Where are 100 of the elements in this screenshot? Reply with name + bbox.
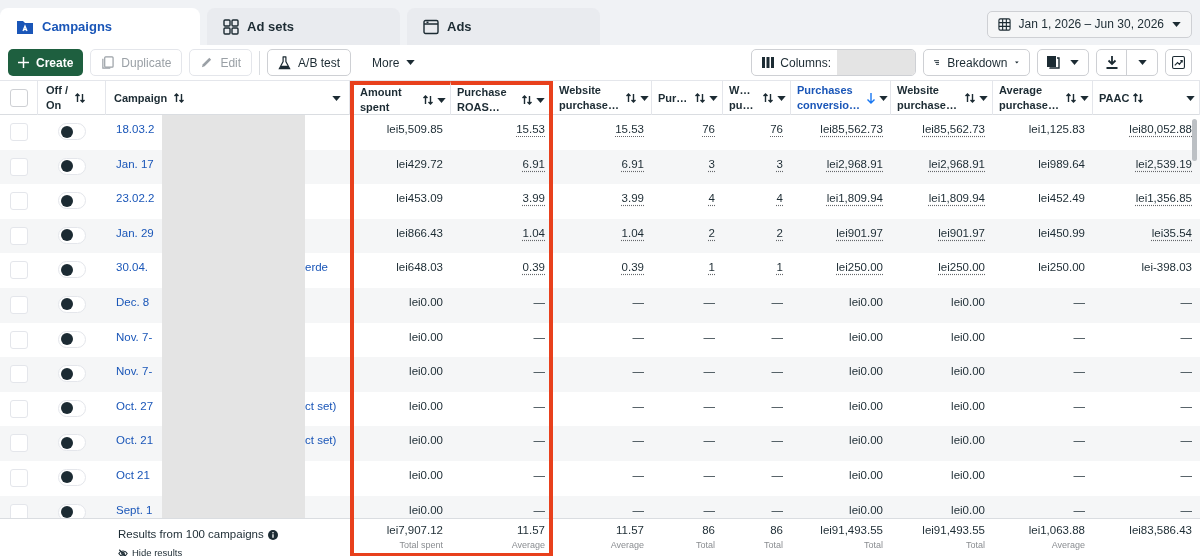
campaign-link[interactable]: Dec. 8 — [116, 295, 150, 308]
table-cell-text: 3 — [708, 156, 715, 172]
row-checkbox[interactable] — [10, 399, 28, 418]
row-checkbox[interactable] — [10, 468, 28, 487]
sort-icon — [422, 94, 434, 106]
row-checkbox[interactable] — [10, 226, 28, 245]
reports-button[interactable] — [1037, 49, 1089, 76]
table-cell-text: 1 — [776, 260, 783, 276]
table-cell-text: — — [1180, 294, 1192, 310]
toggle-switch[interactable] — [58, 295, 86, 313]
campaign-link[interactable]: Sept. 1 — [116, 503, 153, 516]
tab[interactable]: Ads — [407, 8, 600, 45]
campaign-link[interactable]: ct set) — [305, 397, 337, 415]
toggle-switch[interactable] — [58, 330, 86, 348]
table-cell-text: — — [632, 502, 644, 518]
table-cell-text: 4 — [776, 191, 783, 207]
table-cell-text: — — [1180, 398, 1192, 414]
total-value: 11.57 — [517, 523, 545, 538]
campaign-link[interactable]: Oct 21 — [116, 468, 150, 481]
table-cell-text: — — [1073, 467, 1085, 483]
toggle-switch[interactable] — [58, 226, 86, 244]
campaign-link[interactable]: ct set) — [305, 432, 337, 450]
table-cell-text: — — [632, 294, 644, 310]
table-cell-text: — — [703, 433, 715, 449]
column-header[interactable]: Off / On — [46, 83, 68, 113]
total-value: lei83,586.43 — [1129, 523, 1192, 538]
row-checkbox[interactable] — [10, 192, 28, 211]
toggle-switch[interactable] — [58, 192, 86, 210]
table-cell-text: lei250.00 — [1038, 260, 1085, 276]
table-cell-text: — — [1073, 294, 1085, 310]
table-cell-text: lei901.97 — [938, 225, 985, 241]
toggle-switch[interactable] — [58, 468, 86, 486]
toggle-switch[interactable] — [58, 399, 86, 417]
campaign-link[interactable]: Oct. 21 — [116, 434, 154, 447]
column-header[interactable]: Campaign — [114, 90, 168, 106]
columns-button[interactable]: Columns: — [751, 49, 916, 76]
campaign-link[interactable]: Jan. 29 — [116, 226, 154, 239]
row-checkbox[interactable] — [10, 365, 28, 384]
campaign-link[interactable]: erde — [305, 259, 329, 277]
campaign-link[interactable]: 30.04. — [116, 261, 148, 274]
toggle-switch[interactable] — [58, 434, 86, 452]
table-cell-text: — — [1073, 364, 1085, 380]
duplicate-icon — [101, 56, 115, 69]
select-all-checkbox[interactable] — [9, 89, 28, 107]
campaign-link[interactable]: 23.02.2 — [116, 192, 155, 205]
total-caption: Total — [696, 540, 715, 551]
table-cell-text: lei0.00 — [849, 364, 883, 380]
toggle-switch[interactable] — [58, 123, 86, 140]
tab[interactable]: Campaigns — [0, 8, 200, 45]
eye-off-icon — [118, 548, 128, 556]
row-checkbox[interactable] — [10, 261, 28, 280]
abtest-button[interactable]: A/B test — [267, 49, 352, 76]
campaign-link[interactable]: Oct. 27 — [116, 399, 154, 412]
date-range-button[interactable]: Jan 1, 2026 – Jun 30, 2026 — [986, 10, 1192, 38]
row-checkbox[interactable] — [10, 503, 28, 518]
breakdown-button[interactable]: Breakdown — [923, 49, 1030, 76]
row-checkbox[interactable] — [10, 157, 28, 176]
table-cell-text: — — [632, 398, 644, 414]
table-cell-text: 3 — [776, 156, 783, 172]
scrollbar[interactable] — [1192, 119, 1197, 161]
caret-icon — [1137, 60, 1147, 65]
table-cell-text: 6.91 — [522, 156, 545, 172]
caret-icon — [1015, 60, 1019, 65]
table-cell-text: 15.53 — [615, 122, 644, 137]
row-checkbox[interactable] — [10, 295, 28, 314]
row-checkbox[interactable] — [10, 330, 28, 349]
toggle-switch[interactable] — [58, 503, 86, 518]
table-cell-text: lei2,968.91 — [826, 156, 883, 172]
campaign-link[interactable]: Nov. 7- — [116, 365, 153, 378]
table-cell-text: — — [703, 329, 715, 345]
table-cell-text: 15.53 — [516, 122, 545, 137]
table-cell-text: 2 — [776, 225, 783, 241]
hide-results-link[interactable]: Hide results — [118, 546, 350, 556]
campaign-link[interactable]: Jan. 17 — [116, 157, 154, 170]
table-cell-text: — — [533, 364, 545, 380]
total-caption: Total spent — [399, 540, 443, 551]
toggle-switch[interactable] — [58, 157, 86, 175]
sort-icon — [74, 92, 86, 104]
row-checkbox[interactable] — [10, 123, 28, 141]
pencil-icon — [200, 56, 214, 69]
table-cell-text: lei0.00 — [951, 364, 985, 380]
campaign-link[interactable]: 18.03.2 — [116, 123, 155, 135]
tab[interactable]: Ad sets — [207, 8, 400, 45]
table-cell-text: — — [703, 364, 715, 380]
chart-icon — [1172, 56, 1185, 69]
chart-button[interactable] — [1165, 49, 1192, 76]
table-cell-text: lei453.09 — [396, 191, 443, 207]
table-cell-text: — — [771, 329, 783, 345]
toggle-switch[interactable] — [58, 365, 86, 383]
table-cell-text: 1.04 — [522, 225, 545, 241]
create-button[interactable]: Create — [8, 49, 84, 76]
table-cell-text: 76 — [702, 122, 715, 137]
total-caption: Total — [966, 540, 985, 551]
more-menu-button[interactable]: More — [362, 49, 426, 76]
toggle-switch[interactable] — [58, 261, 86, 279]
table-cell-text: lei0.00 — [849, 433, 883, 449]
caret-icon — [406, 60, 416, 65]
row-checkbox[interactable] — [10, 434, 28, 453]
info-icon[interactable] — [267, 529, 278, 540]
campaign-link[interactable]: Nov. 7- — [116, 330, 153, 343]
